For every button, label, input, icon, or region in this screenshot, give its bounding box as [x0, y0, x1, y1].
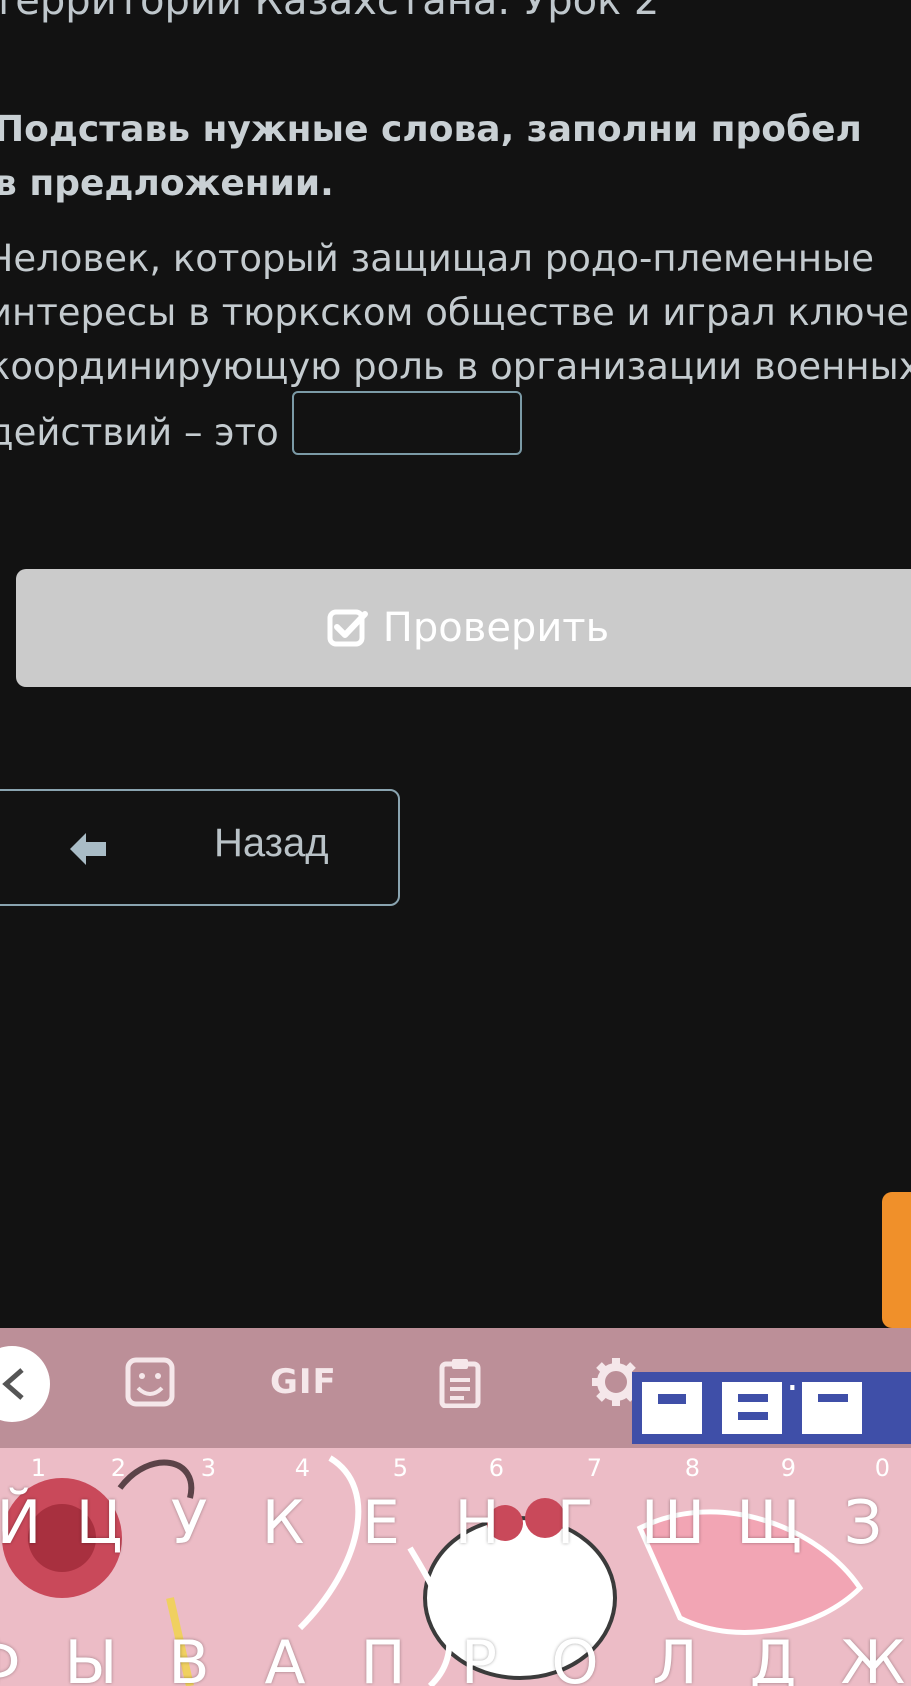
checkbox-checked-icon	[327, 609, 368, 647]
keyboard-row-1: 1Й 2Ц 3У 4К 5Е 6Н 7Г 8Ш 9Щ 0З	[0, 1450, 911, 1558]
question-line: интересы в тюркском обществе и играл клю…	[0, 291, 911, 334]
task-instruction: Подставь нужные слова, заполни пробел в …	[0, 109, 862, 204]
more-button[interactable]: ...	[786, 1354, 836, 1400]
gif-button[interactable]: GIF	[270, 1362, 337, 1402]
keyboard-key[interactable]: Ы	[44, 1590, 138, 1686]
keyboard-key[interactable]: 7Г	[528, 1450, 622, 1558]
question-line: Человек, который защищал родо-племенные	[0, 237, 875, 280]
back-button-label: Назад	[214, 821, 329, 865]
keyboard-key[interactable]: В	[142, 1590, 236, 1686]
page-title: территории Казахстана. Урок 2	[0, 0, 660, 24]
keyboard-key[interactable]: Ж	[826, 1590, 911, 1686]
question-line: координирующую роль в организации военны…	[0, 345, 911, 388]
keyboard-key[interactable]: 4К	[236, 1450, 330, 1558]
chevron-left-icon	[2, 1368, 24, 1400]
on-screen-keyboard: GIF ... 1 Й 2 Ц 3 У 4 К 5 Е 6 Н 7 Г 8 Ш …	[0, 1328, 911, 1686]
keyboard-key[interactable]: Ф	[0, 1590, 42, 1686]
answer-input[interactable]	[292, 391, 522, 455]
keyboard-key[interactable]: О	[528, 1590, 622, 1686]
keyboard-key[interactable]: 0З	[816, 1450, 910, 1558]
arrow-left-icon	[70, 833, 106, 865]
back-button[interactable]: Назад	[0, 789, 400, 906]
keyboard-toolbar: GIF ...	[0, 1328, 911, 1448]
keyboard-key[interactable]: 3У	[142, 1450, 236, 1558]
keyboard-key[interactable]: 5Е	[334, 1450, 428, 1558]
sticker-icon[interactable]	[124, 1356, 176, 1408]
keyboard-back-button[interactable]	[0, 1346, 50, 1422]
keyboard-key[interactable]: 9Щ	[722, 1450, 816, 1558]
keyboard-key[interactable]: 6Н	[430, 1450, 524, 1558]
keyboard-key[interactable]: Л	[628, 1590, 722, 1686]
keyboard-key[interactable]: 2Ц	[52, 1450, 146, 1558]
keyboard-key[interactable]: 8Ш	[626, 1450, 720, 1558]
keyboard-key[interactable]: Р	[432, 1590, 526, 1686]
keyboard-row-2: Ф Ы В А П Р О Л Д Ж	[0, 1590, 911, 1686]
side-tab[interactable]	[882, 1192, 911, 1328]
check-button[interactable]: Проверить	[16, 569, 911, 687]
keyboard-key[interactable]: А	[238, 1590, 332, 1686]
check-button-label: Проверить	[382, 605, 610, 651]
clipboard-icon[interactable]	[434, 1356, 486, 1408]
pez-logo-art	[632, 1372, 911, 1444]
keyboard-key[interactable]: П	[336, 1590, 430, 1686]
keyboard-key[interactable]: Д	[726, 1590, 820, 1686]
